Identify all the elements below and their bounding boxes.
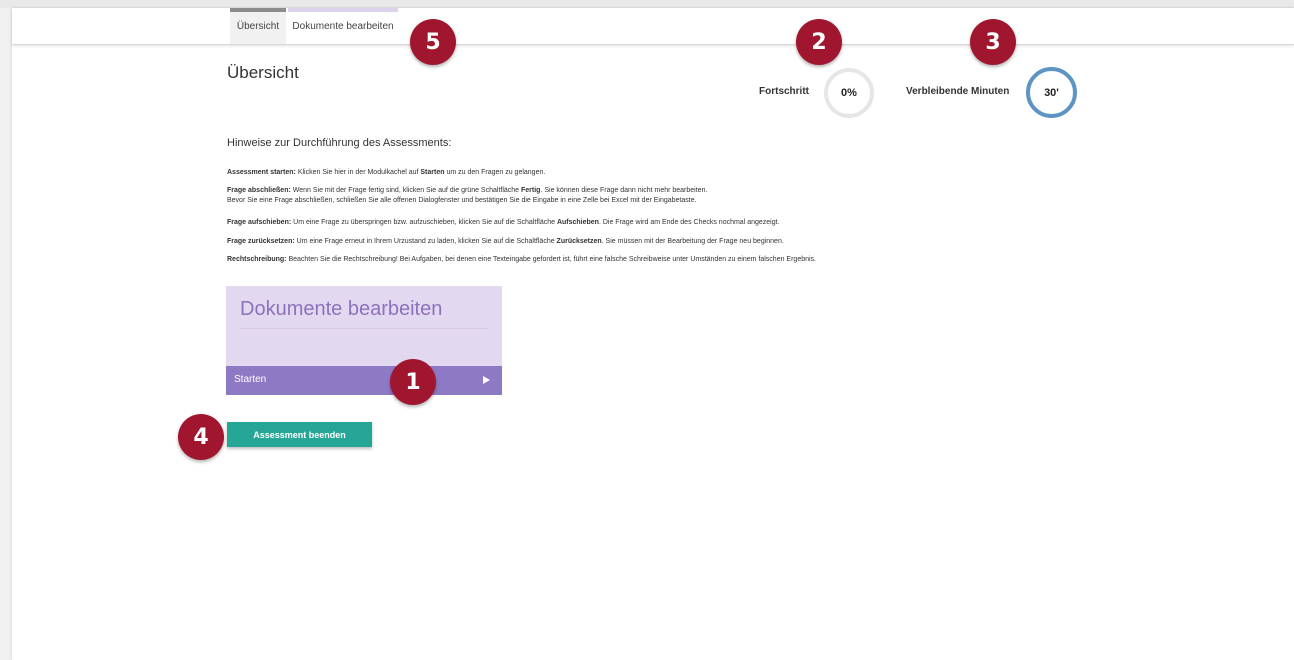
callout-badge-4: 4 — [178, 414, 224, 460]
tab-overview[interactable]: Übersicht — [230, 8, 286, 44]
hint-text: Wenn Sie mit der Frage fertig sind, klic… — [290, 187, 522, 194]
progress-value: 0% — [841, 87, 857, 99]
hint-item: Frage abschließen: Wenn Sie mit der Frag… — [227, 186, 707, 206]
remaining-minutes-value: 30' — [1044, 86, 1059, 99]
hint-text: . Sie können diese Frage dann nicht mehr… — [540, 187, 708, 194]
hint-emphasis: Fertig — [521, 187, 541, 194]
hint-emphasis: Aufschieben — [556, 219, 599, 226]
hint-item: Assessment starten: Klicken Sie hier in … — [227, 168, 545, 178]
callout-badge-3: 3 — [970, 19, 1016, 65]
hint-text: Beachten Sie die Rechtschreibung! Bei Au… — [286, 256, 816, 263]
hints-heading: Hinweise zur Durchführung des Assessment… — [227, 137, 452, 149]
top-strip — [0, 0, 1294, 8]
hint-item: Frage zurücksetzen: Um eine Frage erneut… — [227, 237, 784, 247]
callout-badge-5: 5 — [410, 19, 456, 65]
start-button-label: Starten — [234, 374, 267, 385]
progress-label: Fortschritt — [759, 86, 809, 97]
hint-emphasis: Zurücksetzen — [556, 238, 602, 245]
hint-item: Rechtschreibung: Beachten Sie die Rechts… — [227, 255, 816, 265]
callout-badge-2: 2 — [796, 19, 842, 65]
hint-text: . Sie müssen mit der Bearbeitung der Fra… — [601, 238, 784, 245]
hint-term: Rechtschreibung: — [227, 256, 287, 263]
start-button[interactable]: Starten — [226, 366, 502, 395]
play-icon — [483, 376, 490, 384]
hint-emphasis: Starten — [420, 169, 445, 176]
timer-indicator: 30' — [1026, 67, 1077, 118]
hint-text: um zu den Fragen zu gelangen. — [444, 169, 546, 176]
module-tile-divider — [240, 328, 488, 329]
hint-term: Assessment starten: — [227, 169, 296, 176]
tab-edit-documents[interactable]: Dokumente bearbeiten — [288, 8, 398, 44]
hint-text: Klicken Sie hier in der Modulkachel auf — [295, 169, 421, 176]
hint-text: . Die Frage wird am Ende des Checks noch… — [598, 219, 780, 226]
page-title: Übersicht — [227, 63, 299, 82]
hint-text: Um eine Frage erneut in Ihrem Urzustand … — [294, 238, 557, 245]
hint-item: Frage aufschieben: Um eine Frage zu über… — [227, 218, 780, 228]
end-assessment-button[interactable]: Assessment beenden — [227, 422, 372, 447]
remaining-minutes-label: Verbleibende Minuten — [906, 86, 1010, 97]
hint-term: Frage zurücksetzen: — [227, 238, 295, 245]
tab-bar: Übersicht Dokumente bearbeiten — [12, 8, 1294, 45]
callout-badge-1: 1 — [390, 359, 436, 405]
hint-text: Um eine Frage zu überspringen bzw. aufzu… — [291, 219, 557, 226]
module-tile-title: Dokumente bearbeiten — [240, 298, 443, 320]
module-tile[interactable]: Dokumente bearbeiten Starten — [226, 286, 502, 395]
hint-text: Bevor Sie eine Frage abschließen, schlie… — [227, 197, 697, 204]
progress-indicator: 0% — [824, 68, 874, 118]
assessment-page: Übersicht Dokumente bearbeiten Übersicht… — [12, 8, 1294, 660]
hint-term: Frage aufschieben: — [227, 219, 292, 226]
hint-term: Frage abschließen: — [227, 187, 291, 194]
